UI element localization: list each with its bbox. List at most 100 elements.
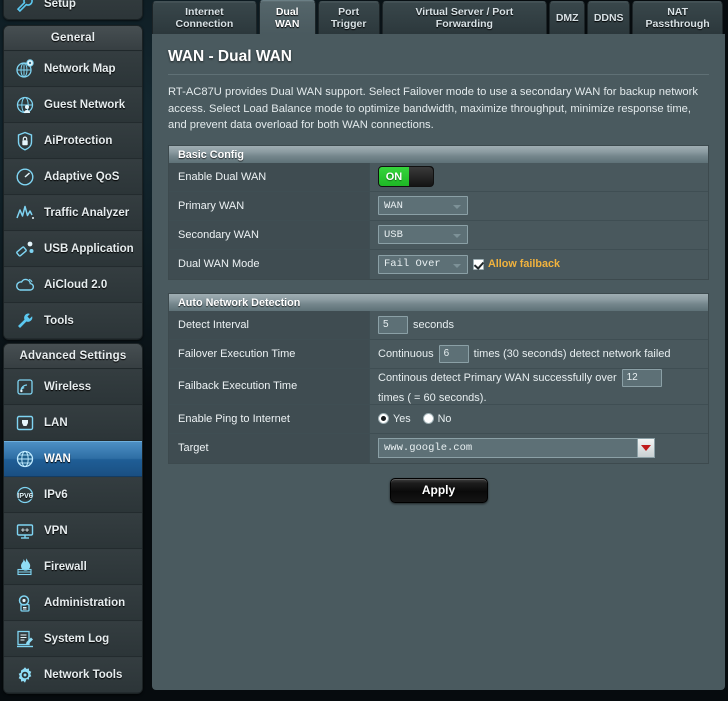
- sidebar-setup-block: Setup: [3, 0, 143, 20]
- gauge-icon: [13, 165, 37, 189]
- tab-port-trigger[interactable]: Port Trigger: [317, 1, 380, 34]
- sidebar-item-lan[interactable]: LAN: [4, 405, 142, 441]
- sidebar-item-vpn[interactable]: ++ VPN: [4, 513, 142, 549]
- sidebar-item-tools[interactable]: Tools: [4, 303, 142, 339]
- sidebar-label: System Log: [44, 633, 110, 645]
- label-enable-ping-to-internet: Enable Ping to Internet: [169, 404, 370, 433]
- dual-wan-mode-selected-value: Fail Over: [384, 258, 441, 270]
- sidebar-label: Network Tools: [44, 669, 123, 681]
- value-secondary-wan: USB: [370, 221, 708, 249]
- secondary-wan-select[interactable]: USB: [378, 225, 468, 244]
- tab-line2: Trigger: [330, 18, 367, 30]
- tab-dmz[interactable]: DMZ: [549, 1, 586, 34]
- sidebar-item-setup[interactable]: Setup: [4, 0, 142, 19]
- ping-no-radio[interactable]: [422, 413, 434, 424]
- sidebar-item-network-map[interactable]: Network Map: [4, 51, 142, 87]
- auto-network-detection-header: Auto Network Detection: [168, 292, 709, 311]
- sidebar-item-network-tools[interactable]: Network Tools: [4, 657, 142, 693]
- tab-nat-passthrough[interactable]: NAT Passthrough: [632, 1, 723, 34]
- sidebar-item-administration[interactable]: Administration: [4, 585, 142, 621]
- tab-dual-wan[interactable]: Dual WAN: [258, 0, 316, 34]
- sidebar-item-adaptive-qos[interactable]: Adaptive QoS: [4, 159, 142, 195]
- detect-interval-input[interactable]: 5: [378, 315, 408, 334]
- sidebar-item-firewall[interactable]: Firewall: [4, 549, 142, 585]
- tab-line2: WAN: [274, 17, 300, 30]
- ping-yes-radio[interactable]: [378, 413, 389, 424]
- network-tools-gear-icon: [13, 663, 37, 687]
- failback-times-input[interactable]: 12: [621, 368, 662, 387]
- wifi-icon: [13, 375, 37, 399]
- target-combobox[interactable]: www.google.com: [378, 438, 655, 458]
- value-failover-execution-time: Continuous 6 times (30 seconds) detect n…: [370, 340, 708, 368]
- value-primary-wan: WAN: [370, 192, 708, 220]
- sidebar-label: IPv6: [44, 489, 68, 501]
- failover-times-input[interactable]: 6: [438, 344, 469, 363]
- sidebar-item-aiprotection[interactable]: AiProtection: [4, 123, 142, 159]
- tab-ddns[interactable]: DDNS: [587, 1, 631, 34]
- ping-no-option[interactable]: No: [422, 412, 452, 425]
- tab-internet-connection[interactable]: Internet Connection: [152, 1, 257, 34]
- sidebar-label: Wireless: [44, 381, 92, 393]
- sidebar-label: USB Application: [44, 243, 134, 255]
- sidebar-item-wan[interactable]: WAN: [4, 441, 142, 477]
- sidebar-item-usb-application[interactable]: USB Application: [4, 231, 142, 267]
- sidebar-item-wireless[interactable]: Wireless: [4, 369, 142, 405]
- sidebar-item-ipv6[interactable]: IPV6 IPv6: [4, 477, 142, 513]
- label-target: Target: [169, 433, 370, 463]
- sidebar-label: Network Map: [44, 63, 116, 75]
- row-failover-execution-time: Failover Execution Time Continuous 6 tim…: [169, 339, 708, 369]
- sidebar-item-traffic-analyzer[interactable]: Traffic Analyzer: [4, 195, 142, 231]
- sidebar-item-aicloud[interactable]: AiCloud 2.0: [4, 267, 142, 303]
- target-dropdown-arrow-icon[interactable]: [637, 439, 654, 457]
- traffic-chart-icon: [13, 201, 37, 225]
- system-log-icon: [13, 627, 37, 651]
- svg-text:IPV6: IPV6: [17, 491, 33, 500]
- title-divider: [168, 74, 709, 75]
- router-admin-page: Setup General Network Map Guest Network …: [0, 0, 728, 701]
- value-failback-execution-time: Continous detect Primary WAN successfull…: [370, 368, 708, 404]
- sidebar-label: Traffic Analyzer: [44, 207, 130, 219]
- basic-config-section: Basic Config Enable Dual WAN ON Primary …: [168, 144, 709, 280]
- tab-line2: Forwarding: [435, 18, 493, 30]
- auto-network-detection-section: Auto Network Detection Detect Interval 5…: [168, 292, 709, 464]
- sidebar-label: WAN: [44, 453, 71, 465]
- row-enable-ping-to-internet: Enable Ping to Internet Yes No: [169, 404, 708, 434]
- tab-line2: Passthrough: [645, 18, 710, 30]
- auto-network-detection-table: Detect Interval 5 seconds Failover Execu…: [168, 310, 709, 464]
- primary-wan-selected-value: WAN: [384, 199, 403, 212]
- ping-no-label: No: [437, 412, 452, 425]
- label-failback-execution-time: Failback Execution Time: [169, 368, 370, 404]
- allow-failback-checkbox-wrap[interactable]: Allow failback: [473, 258, 560, 270]
- dual-wan-mode-select[interactable]: Fail Over: [378, 254, 468, 274]
- tab-virtual-server-port-forwarding[interactable]: Virtual Server / Port Forwarding: [381, 1, 548, 34]
- enable-dual-wan-toggle[interactable]: ON: [378, 166, 434, 187]
- shield-icon: [13, 129, 37, 153]
- failover-suffix-text: times (30 seconds) detect network failed: [473, 347, 671, 360]
- tab-line2: Connection: [175, 18, 234, 30]
- tab-line1: Dual: [275, 5, 299, 18]
- basic-config-table: Enable Dual WAN ON Primary WAN WAN Secon…: [168, 162, 709, 280]
- sidebar-label: LAN: [44, 417, 68, 429]
- primary-wan-select[interactable]: WAN: [378, 196, 468, 215]
- sidebar-item-guest-network[interactable]: Guest Network: [4, 87, 142, 123]
- guest-network-icon: [13, 93, 37, 117]
- content-panel: WAN - Dual WAN RT-AC87U provides Dual WA…: [152, 34, 725, 690]
- sidebar-item-system-log[interactable]: System Log: [4, 621, 142, 657]
- page-title: WAN - Dual WAN: [168, 48, 292, 65]
- setup-wrench-icon: [13, 0, 37, 16]
- ping-yes-option[interactable]: Yes: [378, 413, 411, 425]
- value-detect-interval: 5 seconds: [370, 311, 708, 339]
- label-secondary-wan: Secondary WAN: [169, 220, 370, 249]
- sidebar-advanced-header: Advanced Settings: [4, 344, 142, 369]
- allow-failback-checkbox[interactable]: [473, 258, 484, 270]
- row-enable-dual-wan: Enable Dual WAN ON: [169, 162, 708, 192]
- sidebar-general-block: General Network Map Guest Network AiProt…: [3, 25, 143, 340]
- label-primary-wan: Primary WAN: [169, 191, 370, 220]
- tab-bar: Internet Connection Dual WAN Port Trigge…: [152, 0, 725, 34]
- sidebar-label: VPN: [44, 525, 68, 537]
- firewall-flame-icon: [13, 555, 37, 579]
- sidebar: Setup General Network Map Guest Network …: [3, 0, 143, 694]
- ipv6-icon: IPV6: [13, 483, 37, 507]
- value-dual-wan-mode: Fail Over Allow failback: [370, 250, 708, 279]
- apply-button[interactable]: Apply: [389, 477, 488, 503]
